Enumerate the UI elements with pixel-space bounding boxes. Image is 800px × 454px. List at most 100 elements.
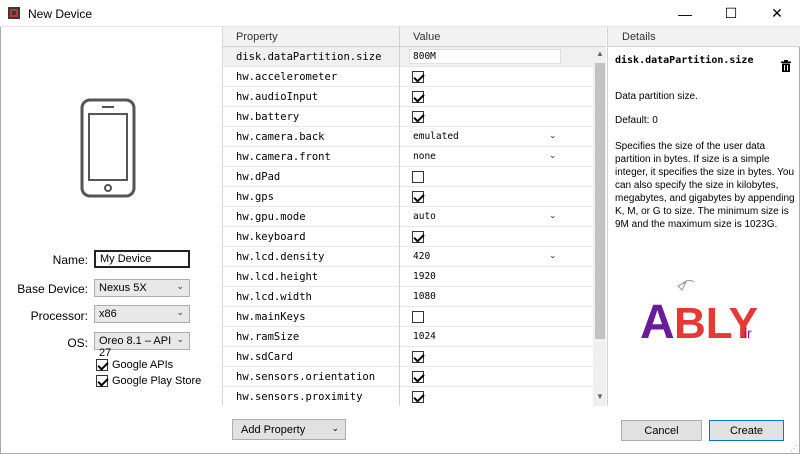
- chevron-down-icon: ⌄: [176, 281, 184, 291]
- value-select[interactable]: emulated: [413, 131, 459, 142]
- table-row[interactable]: hw.gpu.mode auto ⌄: [223, 207, 593, 227]
- property-grid: Property Value disk.dataPartition.size 80…: [222, 27, 606, 406]
- google-play-store-checkbox[interactable]: Google Play Store: [96, 375, 201, 387]
- details-header: Details: [608, 27, 800, 47]
- value-checkbox[interactable]: [412, 91, 424, 103]
- value-checkbox[interactable]: [412, 71, 424, 83]
- minimize-button[interactable]: —: [662, 0, 708, 27]
- property-name: hw.camera.back: [236, 131, 325, 143]
- property-name: hw.gps: [236, 191, 274, 203]
- property-name: hw.mainKeys: [236, 311, 306, 323]
- table-row[interactable]: hw.sensors.proximity: [223, 387, 593, 406]
- value-checkbox[interactable]: [412, 231, 424, 243]
- property-name: hw.ramSize: [236, 331, 300, 343]
- base-device-select[interactable]: Nexus 5X ⌄: [94, 279, 190, 297]
- add-property-label: Add Property: [241, 423, 306, 436]
- value-select[interactable]: none: [413, 151, 436, 162]
- chevron-down-icon[interactable]: ⌄: [549, 130, 557, 141]
- value-field[interactable]: 800M: [413, 51, 436, 62]
- grid-scrollbar[interactable]: ▲ ▼: [593, 47, 606, 406]
- details-default: Default: 0: [615, 115, 658, 126]
- property-name: hw.audioInput: [236, 91, 319, 103]
- value-checkbox[interactable]: [412, 391, 424, 403]
- processor-select[interactable]: x86 ⌄: [94, 305, 190, 323]
- checkbox-icon[interactable]: [96, 375, 108, 387]
- chevron-down-icon: ⌄: [176, 307, 184, 317]
- table-row[interactable]: hw.camera.back emulated ⌄: [223, 127, 593, 147]
- cancel-button[interactable]: Cancel: [621, 420, 702, 441]
- value-select[interactable]: 420: [413, 251, 430, 262]
- column-divider[interactable]: [399, 27, 400, 406]
- table-row[interactable]: hw.keyboard: [223, 227, 593, 247]
- chevron-down-icon[interactable]: ⌄: [549, 150, 557, 161]
- property-name: hw.keyboard: [236, 231, 306, 243]
- table-row[interactable]: hw.audioInput: [223, 87, 593, 107]
- close-button[interactable]: ✕: [754, 0, 800, 27]
- value-select[interactable]: auto: [413, 211, 436, 222]
- os-select[interactable]: Oreo 8.1 – API 27 ⌄: [94, 332, 190, 359]
- window-title: New Device: [28, 7, 93, 21]
- property-name: hw.sdCard: [236, 351, 293, 363]
- table-row[interactable]: hw.lcd.height 1920: [223, 267, 593, 287]
- processor-label: Processor:: [30, 309, 88, 323]
- table-row[interactable]: hw.lcd.density 420 ⌄: [223, 247, 593, 267]
- table-row[interactable]: hw.sdCard: [223, 347, 593, 367]
- property-name: hw.sensors.proximity: [236, 391, 363, 403]
- phone-icon: [80, 98, 136, 198]
- value-checkbox[interactable]: [412, 171, 424, 183]
- table-row[interactable]: hw.gps: [223, 187, 593, 207]
- table-row[interactable]: hw.accelerometer: [223, 67, 593, 87]
- property-name: hw.dPad: [236, 171, 281, 183]
- scroll-up-icon[interactable]: ▲: [596, 49, 604, 58]
- details-description: Specifies the size of the user data part…: [615, 141, 795, 230]
- create-button[interactable]: Create: [709, 420, 784, 441]
- svg-text:.ir: .ir: [740, 325, 752, 341]
- resize-grip-icon[interactable]: ⋰: [790, 444, 798, 453]
- chevron-down-icon[interactable]: ⌄: [549, 210, 557, 221]
- trash-icon[interactable]: [781, 60, 791, 72]
- app-icon: [8, 7, 20, 19]
- details-summary: Data partition size.: [615, 91, 698, 102]
- name-input[interactable]: My Device: [94, 250, 190, 268]
- os-label: OS:: [67, 336, 88, 350]
- property-name: hw.lcd.width: [236, 291, 312, 303]
- processor-value: x86: [99, 308, 117, 320]
- value-field[interactable]: 1080: [413, 291, 436, 302]
- value-checkbox[interactable]: [412, 191, 424, 203]
- value-checkbox[interactable]: [412, 351, 424, 363]
- value-checkbox[interactable]: [412, 111, 424, 123]
- value-checkbox[interactable]: [412, 311, 424, 323]
- property-name: hw.lcd.density: [236, 251, 325, 263]
- property-name: hw.sensors.orientation: [236, 371, 376, 383]
- table-row[interactable]: hw.camera.front none ⌄: [223, 147, 593, 167]
- table-row[interactable]: hw.mainKeys: [223, 307, 593, 327]
- property-name: disk.dataPartition.size: [236, 51, 382, 63]
- value-field[interactable]: 1024: [413, 331, 436, 342]
- google-apis-label: Google APIs: [112, 359, 174, 371]
- chevron-down-icon: ⌄: [331, 423, 339, 433]
- table-row[interactable]: hw.battery: [223, 107, 593, 127]
- table-row[interactable]: hw.dPad: [223, 167, 593, 187]
- google-play-store-label: Google Play Store: [112, 375, 202, 387]
- scrollbar-thumb[interactable]: [595, 63, 605, 339]
- add-property-button[interactable]: Add Property ⌄: [232, 419, 346, 440]
- base-device-value: Nexus 5X: [99, 282, 147, 294]
- table-row[interactable]: disk.dataPartition.size 800M: [223, 47, 593, 67]
- table-row[interactable]: hw.sensors.orientation: [223, 367, 593, 387]
- grid-header: Property Value: [223, 27, 606, 47]
- property-name: hw.lcd.height: [236, 271, 319, 283]
- chevron-down-icon[interactable]: ⌄: [549, 250, 557, 261]
- chevron-down-icon: ⌄: [176, 334, 184, 344]
- scroll-down-icon[interactable]: ▼: [596, 392, 604, 401]
- checkbox-icon[interactable]: [96, 359, 108, 371]
- name-label: Name:: [52, 253, 88, 267]
- ably-logo: A BLY .ir: [640, 280, 758, 349]
- table-row[interactable]: hw.lcd.width 1080: [223, 287, 593, 307]
- property-name: hw.accelerometer: [236, 71, 338, 83]
- value-checkbox[interactable]: [412, 371, 424, 383]
- google-apis-checkbox[interactable]: Google APIs: [96, 359, 173, 371]
- table-row[interactable]: hw.ramSize 1024: [223, 327, 593, 347]
- property-name: hw.gpu.mode: [236, 211, 306, 223]
- value-field[interactable]: 1920: [413, 271, 436, 282]
- maximize-button[interactable]: ☐: [708, 0, 754, 27]
